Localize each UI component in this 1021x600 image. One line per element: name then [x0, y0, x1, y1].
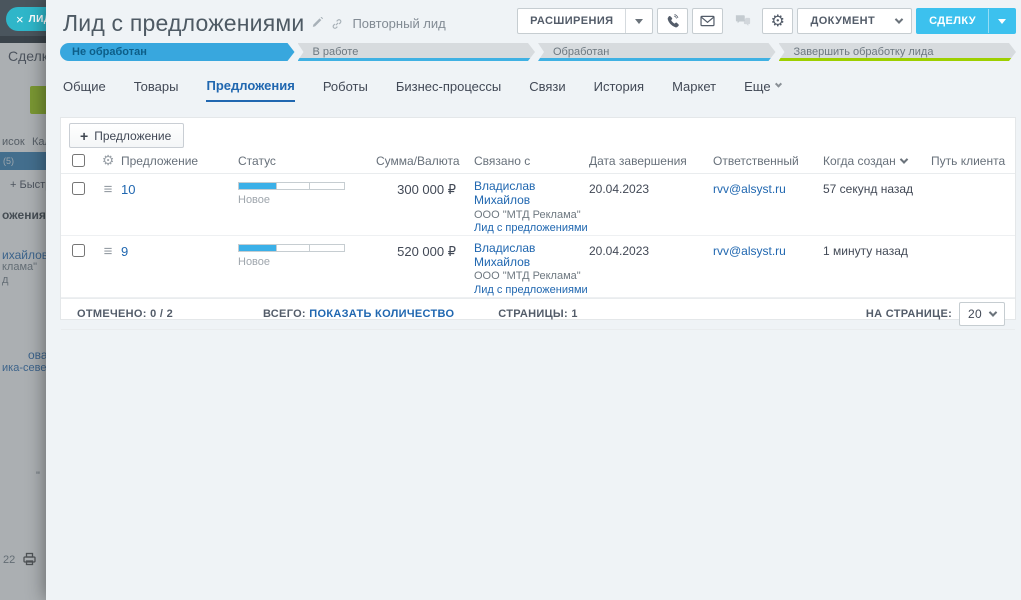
tab-products[interactable]: Товары: [134, 78, 179, 102]
contact-link[interactable]: Владислав Михайлов: [474, 241, 535, 269]
table-row: ≡ 9 Новое 520 000 ₽ Владислав Михайлов О…: [61, 236, 1015, 298]
chat-icon: [735, 14, 751, 28]
col-quote[interactable]: Предложение: [121, 154, 238, 168]
tab-general[interactable]: Общие: [63, 78, 106, 102]
row-menu-icon[interactable]: ≡: [95, 174, 121, 235]
tab-robots[interactable]: Роботы: [323, 78, 368, 102]
tab-quotes[interactable]: Предложения: [206, 78, 295, 102]
row-checkbox[interactable]: [61, 174, 95, 235]
status-progress-bar: [238, 243, 345, 252]
checked-counter: ОТМЕЧЕНО: 0 / 2: [77, 307, 173, 320]
background-page-strip: Сделки исок Кал (5) + Быстр ожениями иха…: [0, 0, 46, 600]
chevron-down-icon: [988, 308, 998, 317]
stage-processed[interactable]: Обработан: [538, 43, 776, 61]
stage-not-processed[interactable]: Не обработан: [60, 43, 295, 61]
linked-entities: Владислав Михайлов ООО "МТД Реклама" Лид…: [474, 174, 589, 235]
document-button[interactable]: ДОКУМЕНТ: [797, 8, 913, 34]
quote-status: Новое: [238, 174, 371, 235]
col-responsible[interactable]: Ответственный: [713, 154, 823, 168]
tab-relations[interactable]: Связи: [529, 78, 565, 102]
gear-icon: ⚙: [770, 11, 786, 30]
tab-history[interactable]: История: [594, 78, 644, 102]
page-title: Лид с предложениями: [63, 10, 305, 36]
lead-link[interactable]: Лид с предложениями: [474, 222, 588, 234]
per-page-control: НА СТРАНИЦЕ: 20: [866, 301, 1005, 326]
company-name: ООО "МТД Реклама": [474, 270, 581, 283]
phone-icon: [665, 13, 680, 29]
link-icon[interactable]: [331, 18, 343, 30]
sort-chevron-icon: [899, 154, 908, 164]
quote-id: 9: [121, 243, 129, 259]
add-quote-button[interactable]: + Предложение: [69, 123, 185, 148]
extensions-dropdown-arrow[interactable]: [626, 18, 652, 24]
stage-finish-processing[interactable]: Завершить обработку лида: [779, 43, 1017, 61]
contact-link[interactable]: Владислав Михайлов: [474, 179, 535, 207]
lead-link[interactable]: Лид с предложениями: [474, 284, 588, 296]
created-when: 57 секунд назад: [823, 182, 914, 196]
lead-detail-panel: Лид с предложениями Повторный лид РАСШИР…: [46, 0, 1021, 600]
quote-status: Новое: [238, 236, 371, 297]
responsible: rvv@alsyst.ru: [713, 243, 786, 258]
edit-title-icon[interactable]: [311, 17, 324, 30]
status-label: Новое: [238, 255, 271, 268]
grid-settings-icon[interactable]: ⚙: [95, 154, 121, 168]
modal-dim-overlay[interactable]: [0, 0, 46, 600]
responsible: rvv@alsyst.ru: [713, 182, 786, 196]
linked-entities: Владислав Михайлов ООО "МТД Реклама" Лид…: [474, 236, 589, 297]
repeat-lead-badge[interactable]: Повторный лид: [352, 16, 445, 31]
grid-header-row: ⚙ Предложение Статус Сумма/Валюта Связан…: [61, 148, 1015, 174]
call-button[interactable]: [657, 8, 689, 34]
detail-tabs: Общие Товары Предложения Роботы Бизнес-п…: [63, 78, 782, 102]
client-path: [931, 174, 1015, 235]
plus-icon: +: [80, 127, 89, 144]
status-label: Новое: [238, 194, 271, 206]
quote-id: 10: [121, 182, 136, 197]
panel-header: Лид с предложениями Повторный лид РАСШИР…: [46, 0, 1021, 40]
envelope-icon: [700, 15, 716, 27]
finish-date: 20.04.2023: [589, 182, 650, 196]
row-checkbox[interactable]: [61, 236, 95, 297]
settings-button[interactable]: ⚙: [762, 8, 794, 34]
deal-dropdown-arrow[interactable]: [989, 18, 1015, 24]
col-created[interactable]: Когда создан: [823, 154, 931, 168]
total-counter: ВСЕГО: ПОКАЗАТЬ КОЛИЧЕСТВО: [262, 307, 455, 320]
company-name: ООО "МТД Реклама": [474, 208, 581, 221]
col-status[interactable]: Статус: [238, 154, 371, 168]
status-progress-bar: [238, 182, 345, 190]
chevron-down-icon: [774, 80, 782, 88]
close-icon[interactable]: ×: [16, 13, 24, 26]
show-count-link[interactable]: ПОКАЗАТЬ КОЛИЧЕСТВО: [309, 308, 454, 320]
table-row: ≡ 10 Новое 300 000 ₽ Владислав Михайлов …: [61, 174, 1015, 236]
per-page-select[interactable]: 20: [959, 301, 1005, 326]
col-amount[interactable]: Сумма/Валюта: [371, 154, 474, 168]
client-path: [931, 236, 1015, 297]
select-all-checkbox[interactable]: [61, 154, 95, 167]
row-menu-icon[interactable]: ≡: [95, 236, 121, 297]
tab-more[interactable]: Еще: [744, 78, 782, 102]
quote-amount: 300 000 ₽: [397, 182, 456, 197]
created-when: 1 минуту назад: [823, 243, 908, 258]
tab-market[interactable]: Маркет: [672, 78, 716, 102]
grid-footer: ОТМЕЧЕНО: 0 / 2 ВСЕГО: ПОКАЗАТЬ КОЛИЧЕСТ…: [61, 297, 1015, 330]
stage-in-progress[interactable]: В работе: [298, 43, 536, 61]
pages-indicator: СТРАНИЦЫ: 1: [498, 307, 578, 320]
lead-stage-bar: Не обработан В работе Обработан Завершит…: [60, 43, 1016, 61]
extensions-button[interactable]: РАСШИРЕНИЯ: [517, 8, 654, 34]
document-dropdown-arrow[interactable]: [887, 15, 911, 24]
create-deal-button[interactable]: СДЕЛКУ: [916, 8, 1016, 34]
col-finish-date[interactable]: Дата завершения: [589, 154, 713, 168]
screen: Сделки исок Кал (5) + Быстр ожениями иха…: [0, 0, 1021, 600]
quotes-grid: + Предложение ⚙ Предложение Статус Сумма…: [60, 117, 1016, 330]
quote-amount: 520 000 ₽: [397, 243, 456, 259]
chat-button[interactable]: [727, 8, 758, 34]
tab-business-processes[interactable]: Бизнес-процессы: [396, 78, 501, 102]
col-linked[interactable]: Связано с: [474, 154, 589, 168]
header-toolbar: РАСШИРЕНИЯ ⚙ ДОКУМЕНТ СДЕЛКУ: [517, 8, 1016, 34]
grid-actions: + Предложение: [61, 118, 1015, 148]
finish-date: 20.04.2023: [589, 243, 650, 258]
email-button[interactable]: [692, 8, 724, 34]
col-client-path[interactable]: Путь клиента: [931, 154, 1015, 168]
